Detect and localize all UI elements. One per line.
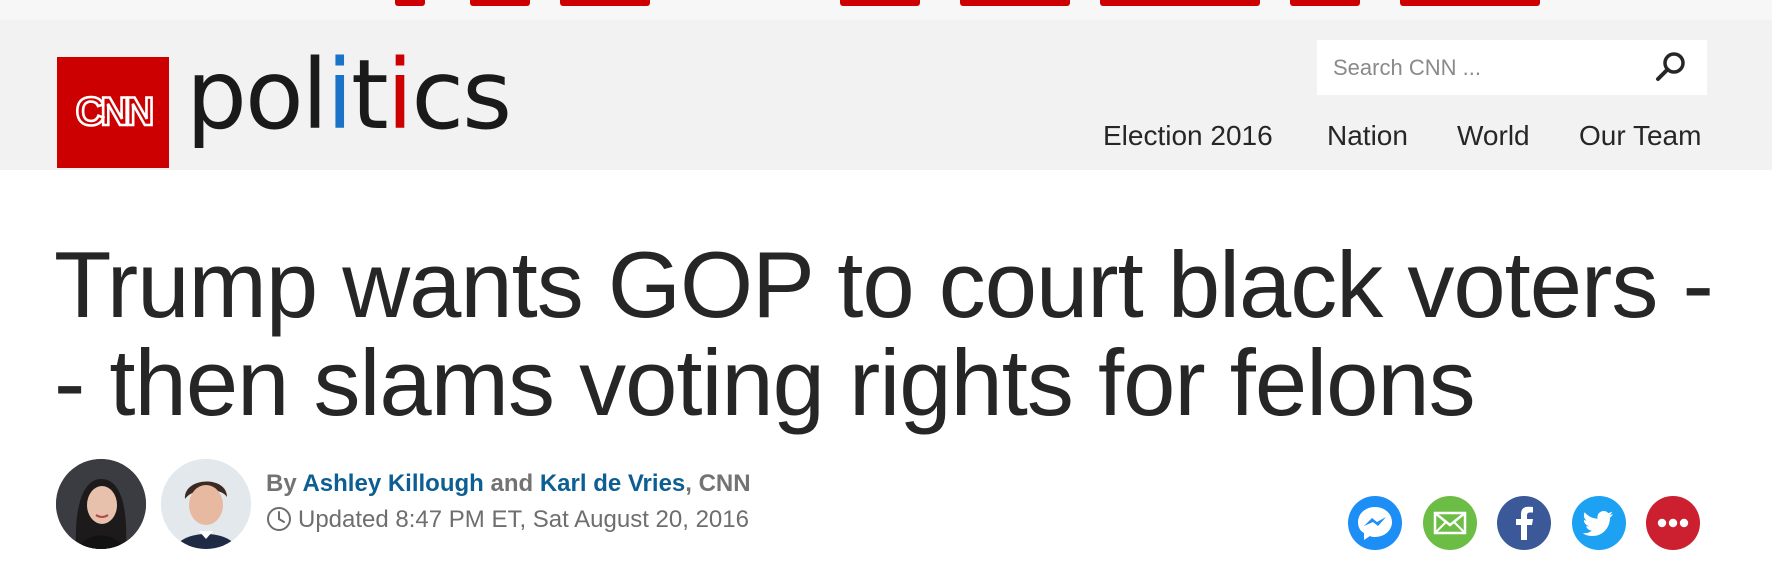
- nav-world[interactable]: World: [1457, 120, 1530, 152]
- nav-our-team[interactable]: Our Team: [1579, 120, 1701, 152]
- nav-nation[interactable]: Nation: [1327, 120, 1408, 152]
- updated-timestamp: Updated 8:47 PM ET, Sat August 20, 2016: [266, 506, 749, 534]
- byline: By Ashley Killough and Karl de Vries, CN…: [266, 470, 751, 498]
- logo-text: CNN: [76, 90, 153, 134]
- avatar-ashley-killough[interactable]: [56, 459, 146, 549]
- messenger-icon[interactable]: [1348, 496, 1402, 550]
- clock-icon: [267, 507, 291, 531]
- section-title-politics[interactable]: politics: [186, 39, 512, 151]
- section-part1: pol: [186, 39, 328, 151]
- section-part2: t: [351, 39, 389, 151]
- byline-source: , CNN: [685, 470, 751, 497]
- byline-prefix: By: [266, 470, 297, 497]
- cnn-logo[interactable]: CNN: [57, 57, 169, 168]
- search-box: [1317, 40, 1707, 95]
- facebook-icon[interactable]: [1497, 496, 1551, 550]
- article-headline: Trump wants GOP to court black voters --…: [54, 232, 1714, 435]
- email-icon[interactable]: [1423, 496, 1477, 550]
- more-icon[interactable]: [1646, 496, 1700, 550]
- site-header: CNN politics Election 2016 Nation World …: [0, 20, 1772, 170]
- cnn-logo-mark: CNN: [74, 89, 157, 136]
- twitter-icon[interactable]: [1572, 496, 1626, 550]
- section-accent-red: i: [386, 39, 414, 151]
- search-input[interactable]: [1331, 52, 1635, 84]
- author-link-ashley-killough[interactable]: Ashley Killough: [302, 470, 483, 497]
- top-ticker-strip: [0, 0, 1772, 20]
- updated-text: Updated 8:47 PM ET, Sat August 20, 2016: [298, 506, 749, 533]
- nav-election-2016[interactable]: Election 2016: [1103, 120, 1273, 152]
- author-link-karl-de-vries[interactable]: Karl de Vries: [540, 470, 685, 497]
- section-accent-blue: i: [326, 39, 353, 151]
- section-part3: cs: [411, 39, 512, 151]
- avatar-karl-de-vries[interactable]: [161, 459, 251, 549]
- search-icon[interactable]: [1654, 50, 1688, 84]
- byline-joiner: and: [490, 470, 534, 497]
